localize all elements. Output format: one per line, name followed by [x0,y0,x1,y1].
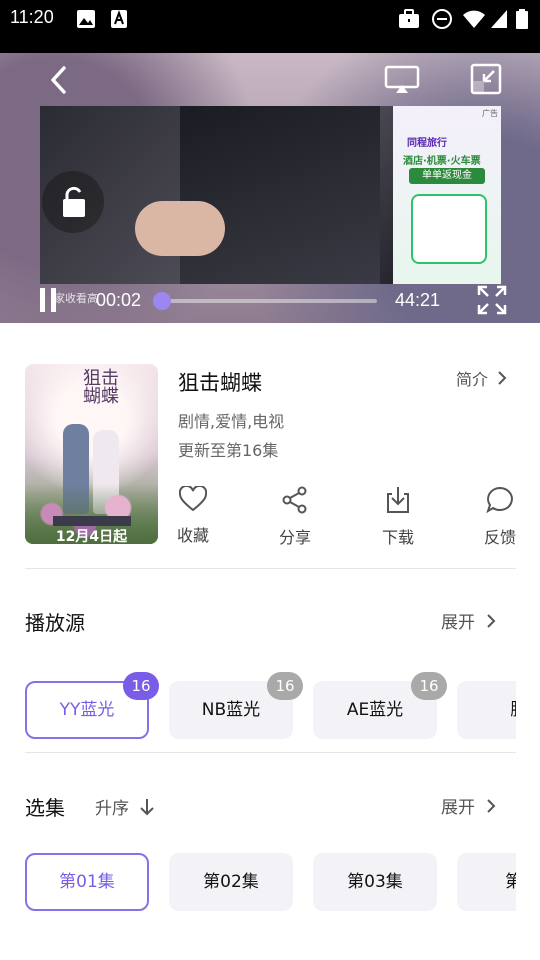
gallery-icon [77,10,95,28]
episode-chip-label: 第0 [505,872,516,892]
episode-chip-04[interactable]: 第0 [457,853,516,911]
sort-label: 升序 [95,799,129,819]
show-genres: 剧情,爱情,电视 [178,412,285,431]
favorite-button[interactable]: 收藏 [163,484,223,546]
episode-chip-label: 第03集 [347,872,403,892]
episodes-expand-label: 展开 [441,798,475,818]
sources-expand-button[interactable]: 展开 [441,608,496,633]
ad-phone-image [411,194,487,264]
share-button[interactable]: 分享 [265,486,325,548]
download-button[interactable]: 下载 [368,486,428,548]
source-chip-label: 腾 [511,700,517,720]
video-player[interactable]: 广告 同程旅行 酒店·机票·火车票 单单返现金 家收看高 00:02 44:21 [0,53,540,323]
progress-bar[interactable] [162,299,377,303]
picture-in-picture-icon[interactable] [470,63,502,95]
status-bar: 11:20 [0,0,540,53]
sources-title: 播放源 [25,611,85,635]
feedback-button[interactable]: 反馈 [470,486,530,548]
share-icon [282,486,307,514]
video-figure [180,106,380,284]
episodes-title: 选集 [25,796,65,820]
chip-area: YY蓝光 16 NB蓝光 16 AE蓝光 16 腾 第01集 第02集 第03集… [0,670,516,930]
elapsed-time: 00:02 [96,290,142,310]
divider [25,568,516,569]
text-a-icon [111,10,127,28]
ad-brand: 同程旅行 [407,138,447,149]
source-chip-label: AE蓝光 [346,700,404,720]
wifi-icon [463,10,485,28]
show-poster[interactable]: 狙击蝴蝶 12月4日起 [25,364,158,544]
ad-headline: 酒店·机票·火车票 [403,156,481,167]
share-label: 分享 [278,528,311,547]
ad-tag: 广告 [482,109,498,118]
progress-knob[interactable] [153,292,171,310]
sources-expand-label: 展开 [441,613,475,633]
battery-icon [516,9,528,29]
fullscreen-icon[interactable] [476,284,508,316]
signal-icon [491,10,507,28]
source-chip-teng[interactable]: 腾 [457,681,516,739]
divider [25,752,516,753]
episode-chip-label: 第02集 [203,872,259,892]
episode-chip-label: 第01集 [59,872,115,892]
pause-icon[interactable] [38,286,58,314]
heart-icon [178,484,208,512]
ad-banner[interactable]: 广告 同程旅行 酒店·机票·火车票 单单返现金 [393,106,501,284]
chevron-right-icon [487,614,496,628]
chevron-right-icon [498,371,507,385]
episode-chip-02[interactable]: 第02集 [169,853,293,911]
episode-chip-01[interactable]: 第01集 [25,853,149,911]
intro-label: 简介 [456,370,489,389]
poster-title: 狙击蝴蝶 [83,368,119,407]
episode-chip-03[interactable]: 第03集 [313,853,437,911]
download-label: 下载 [381,528,414,547]
download-icon [387,487,409,513]
do-not-disturb-icon [432,9,452,29]
arrow-down-icon [140,799,155,816]
back-arrow-icon[interactable] [44,65,74,95]
favorite-label: 收藏 [176,526,209,545]
feedback-icon [486,486,513,514]
source-chip-label: YY蓝光 [59,700,115,720]
work-briefcase-icon [399,9,419,28]
source-count-badge: 16 [411,672,447,700]
danmu-text: 家收看高 [54,292,98,305]
intro-link[interactable]: 简介 [456,366,507,390]
video-hand [135,201,225,256]
chevron-right-icon [487,799,496,813]
show-update-status: 更新至第16集 [178,441,279,460]
cast-screen-icon[interactable] [384,65,420,95]
source-count-badge: 16 [267,672,303,700]
ad-pill: 单单返现金 [409,168,485,184]
total-time: 44:21 [395,290,441,310]
sort-button[interactable]: 升序 [95,794,155,819]
status-time: 11:20 [10,7,54,27]
poster-tag [53,516,131,526]
source-chip-label: NB蓝光 [201,700,261,720]
unlock-icon [63,186,85,217]
lock-button[interactable] [42,171,104,233]
episodes-expand-button[interactable]: 展开 [441,793,496,818]
poster-date: 12月4日起 [55,529,128,544]
show-title: 狙击蝴蝶 [178,371,262,395]
feedback-label: 反馈 [483,528,516,547]
source-count-badge: 16 [123,672,159,700]
